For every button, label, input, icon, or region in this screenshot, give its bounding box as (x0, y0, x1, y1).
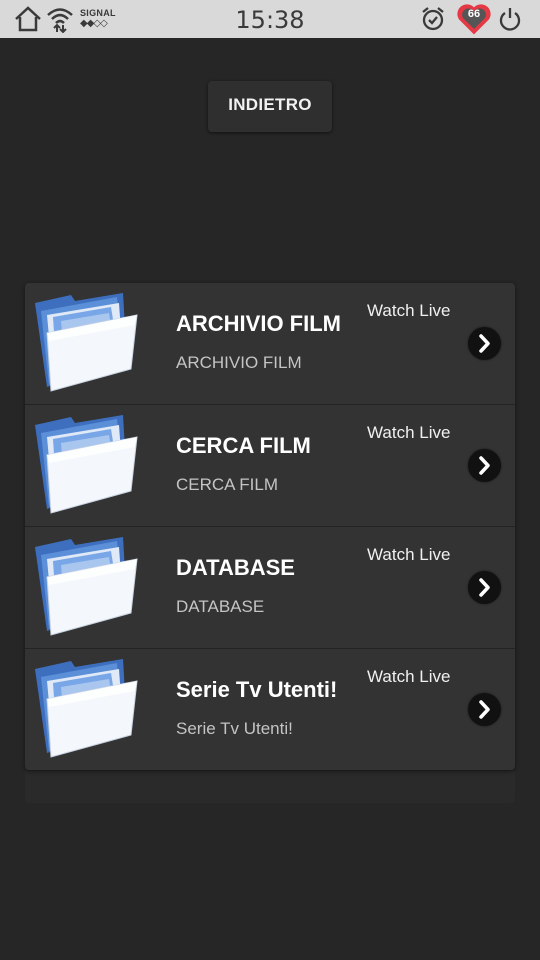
chevron-right-icon (479, 578, 490, 597)
watch-live-label[interactable]: Watch Live (367, 301, 450, 321)
watch-live-label[interactable]: Watch Live (367, 423, 450, 443)
list-item-1[interactable]: ARCHIVIO FILM ARCHIVIO FILM Watch Live (25, 283, 515, 405)
item-title: DATABASE (176, 555, 295, 580)
open-item-button[interactable] (468, 327, 501, 360)
item-title: ARCHIVIO FILM (176, 311, 341, 336)
battery-level: 66 (467, 8, 481, 20)
open-item-button[interactable] (468, 571, 501, 604)
open-item-button[interactable] (468, 449, 501, 482)
watch-live-label[interactable]: Watch Live (367, 545, 450, 565)
chevron-right-icon (479, 700, 490, 719)
list-item-2[interactable]: CERCA FILM CERCA FILM Watch Live (25, 405, 515, 527)
folder-icon (35, 293, 138, 392)
menu-list: ARCHIVIO FILM ARCHIVIO FILM Watch Live C… (25, 283, 515, 770)
chevron-right-icon (479, 456, 490, 475)
item-title: Serie Tv Utenti! (176, 677, 338, 702)
chevron-right-icon (479, 334, 490, 353)
status-bar: SIGNAL ◆◆◇◇ 15:38 66 (0, 0, 540, 38)
watch-live-label[interactable]: Watch Live (367, 667, 450, 687)
folder-icon (35, 537, 138, 636)
power-icon (499, 8, 521, 31)
item-title: CERCA FILM (176, 433, 311, 458)
alarm-icon (422, 7, 444, 31)
item-subtitle: DATABASE (176, 597, 265, 616)
item-subtitle: Serie Tv Utenti! (176, 719, 293, 738)
back-button[interactable]: INDIETRO (208, 81, 332, 132)
folder-icon (35, 659, 138, 758)
item-subtitle: CERCA FILM (176, 475, 279, 494)
list-item-4[interactable]: Serie Tv Utenti! Serie Tv Utenti! Watch … (25, 649, 515, 770)
open-item-button[interactable] (468, 693, 501, 726)
folder-icon (35, 415, 138, 514)
item-subtitle: ARCHIVIO FILM (176, 353, 302, 372)
list-item-3[interactable]: DATABASE DATABASE Watch Live (25, 527, 515, 649)
list-footer (25, 771, 515, 803)
